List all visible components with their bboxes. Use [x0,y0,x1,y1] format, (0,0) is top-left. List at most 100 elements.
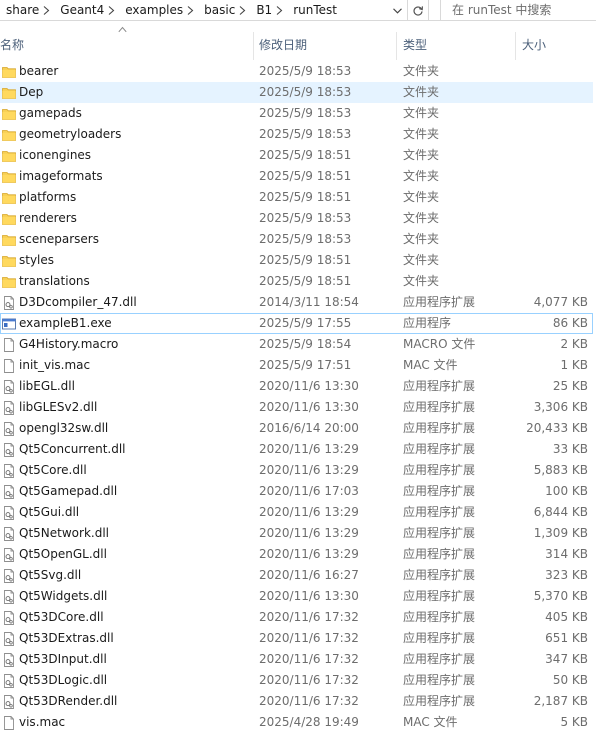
file-size: 50 KB [552,673,588,687]
file-type: 文件夹 [403,169,440,183]
file-row[interactable]: Qt5OpenGL.dll 2020/11/6 13:29 应用程序扩展 314 KB [0,544,593,565]
file-row[interactable]: libEGL.dll 2020/11/6 13:30 应用程序扩展 25 KB [0,376,593,397]
file-name: translations [19,274,90,288]
file-name: Qt5Core.dll [19,463,87,477]
search-input[interactable]: 在 runTest 中搜索 [440,0,596,21]
file-row[interactable]: libGLESv2.dll 2020/11/6 13:30 应用程序扩展 3,306 … [0,397,593,418]
file-row[interactable]: iconengines 2025/5/9 18:51 文件夹 [0,145,593,166]
file-row[interactable]: Dep 2025/5/9 18:53 文件夹 [0,82,593,103]
breadcrumb-item-share[interactable]: share [0,0,39,21]
breadcrumb-item-geant4[interactable]: Geant4 [54,0,104,21]
file-row[interactable]: translations 2025/5/9 18:51 文件夹 [0,271,593,292]
refresh-button[interactable] [407,0,429,21]
file-date: 2020/11/6 17:32 [259,652,359,666]
file-row[interactable]: Qt53DCore.dll 2020/11/6 17:32 应用程序扩展 405 KB [0,607,593,628]
file-row[interactable]: Qt5Gamepad.dll 2020/11/6 17:03 应用程序扩展 100 K… [0,481,593,502]
file-row[interactable]: Qt5Gui.dll 2020/11/6 13:29 应用程序扩展 6,844 KB [0,502,593,523]
dll-file-icon [2,674,16,688]
file-size: 1,309 KB [533,526,588,540]
breadcrumb-item-examples[interactable]: examples [119,0,183,21]
column-divider[interactable] [253,32,254,60]
file-name: libEGL.dll [19,379,75,393]
file-size [508,125,588,144]
file-name: sceneparsers [19,232,99,246]
breadcrumb-item-basic[interactable]: basic [198,0,235,21]
chevron-right-icon[interactable] [39,0,54,21]
file-date: 2025/5/9 18:51 [259,169,352,183]
file-row[interactable]: imageformats 2025/5/9 18:51 文件夹 [0,166,593,187]
file-name: Qt53DExtras.dll [19,631,114,645]
file-date: 2020/11/6 17:32 [259,631,359,645]
file-row[interactable]: Qt53DLogic.dll 2020/11/6 17:32 应用程序扩展 50 KB [0,670,593,691]
column-header-name[interactable]: 名称 [0,36,24,54]
file-size: 5,370 KB [533,589,588,603]
file-row[interactable]: styles 2025/5/9 18:51 文件夹 [0,250,593,271]
sort-ascending-icon [118,26,127,33]
file-date: 2020/11/6 16:27 [259,568,359,582]
file-date: 2016/6/14 20:00 [259,421,359,435]
file-row[interactable]: vis.mac 2025/4/28 19:49 MAC 文件 5 KB [0,712,593,733]
dll-file-icon [2,485,16,499]
column-divider[interactable] [396,32,397,60]
breadcrumb-item-b1[interactable]: B1 [250,0,272,21]
file-name: init_vis.mac [19,358,91,372]
file-row[interactable]: sceneparsers 2025/5/9 18:53 文件夹 [0,229,593,250]
file-row[interactable]: exampleB1.exe 2025/5/9 17:55 应用程序 86 KB [0,313,593,334]
file-date: 2014/3/11 18:54 [259,295,359,309]
file-row[interactable]: Qt5Widgets.dll 2020/11/6 13:30 应用程序扩展 5,370… [0,586,593,607]
chevron-right-icon[interactable] [235,0,250,21]
file-type: 文件夹 [403,64,440,78]
folder-icon [2,212,16,226]
file-row[interactable]: Qt53DInput.dll 2020/11/6 17:32 应用程序扩展 347 K… [0,649,593,670]
file-row[interactable]: D3Dcompiler_47.dll 2014/3/11 18:54 应用程序扩展 4… [0,292,593,313]
address-history-dropdown[interactable] [388,0,406,21]
file-name: gamepads [19,106,82,120]
file-date: 2020/11/6 13:29 [259,505,359,519]
file-row[interactable]: Qt5Core.dll 2020/11/6 13:29 应用程序扩展 5,883 KB [0,460,593,481]
column-header-type[interactable]: 类型 [403,36,427,54]
file-row[interactable]: renderers 2025/5/9 18:53 文件夹 [0,208,593,229]
chevron-right-icon[interactable] [104,0,119,21]
file-size: 323 KB [545,568,588,582]
column-header-size[interactable]: 大小 [522,36,546,54]
file-row[interactable]: init_vis.mac 2025/5/9 17:51 MAC 文件 1 KB [0,355,593,376]
file-row[interactable]: Qt53DRender.dll 2020/11/6 17:32 应用程序扩展 2,18… [0,691,593,712]
file-row[interactable]: bearer 2025/5/9 18:53 文件夹 [0,61,593,82]
file-icon [2,338,16,352]
file-type: 文件夹 [403,85,440,99]
dll-file-icon [2,695,16,709]
file-name: Qt53DRender.dll [19,694,118,708]
file-date: 2020/11/6 13:30 [259,400,359,414]
folder-icon [2,275,16,289]
file-size: 86 KB [552,316,588,330]
file-row[interactable]: Qt5Network.dll 2020/11/6 13:29 应用程序扩展 1,309… [0,523,593,544]
chevron-right-icon[interactable] [183,0,198,21]
dll-file-icon [2,611,16,625]
file-name: D3Dcompiler_47.dll [19,295,137,309]
breadcrumb-item-runtest[interactable]: runTest [287,0,337,21]
file-row[interactable]: G4History.macro 2025/5/9 18:54 MACRO 文件 2 K… [0,334,593,355]
file-row[interactable]: gamepads 2025/5/9 18:53 文件夹 [0,103,593,124]
exe-file-icon [2,317,16,331]
file-row[interactable]: platforms 2025/5/9 18:51 文件夹 [0,187,593,208]
file-size: 25 KB [552,379,588,393]
file-name: Qt5Svg.dll [19,568,82,582]
file-type: 文件夹 [403,274,440,288]
folder-icon [2,128,16,142]
file-name: exampleB1.exe [19,316,112,330]
column-header-date[interactable]: 修改日期 [259,36,307,54]
chevron-down-icon [392,7,402,14]
file-row[interactable]: Qt5Concurrent.dll 2020/11/6 13:29 应用程序扩展 33… [0,439,593,460]
column-divider[interactable] [515,32,516,60]
file-row[interactable]: Qt53DExtras.dll 2020/11/6 17:32 应用程序扩展 651 … [0,628,593,649]
chevron-right-icon[interactable] [272,0,287,21]
file-row[interactable]: opengl32sw.dll 2016/6/14 20:00 应用程序扩展 20,43… [0,418,593,439]
file-row[interactable]: geometryloaders 2025/5/9 18:53 文件夹 [0,124,593,145]
folder-icon [2,86,16,100]
dll-file-icon [2,296,16,310]
file-name: platforms [19,190,77,204]
file-type: MAC 文件 [403,715,458,729]
file-row[interactable]: Qt5Svg.dll 2020/11/6 16:27 应用程序扩展 323 KB [0,565,593,586]
folder-icon [2,107,16,121]
file-type: 应用程序扩展 [403,295,476,309]
